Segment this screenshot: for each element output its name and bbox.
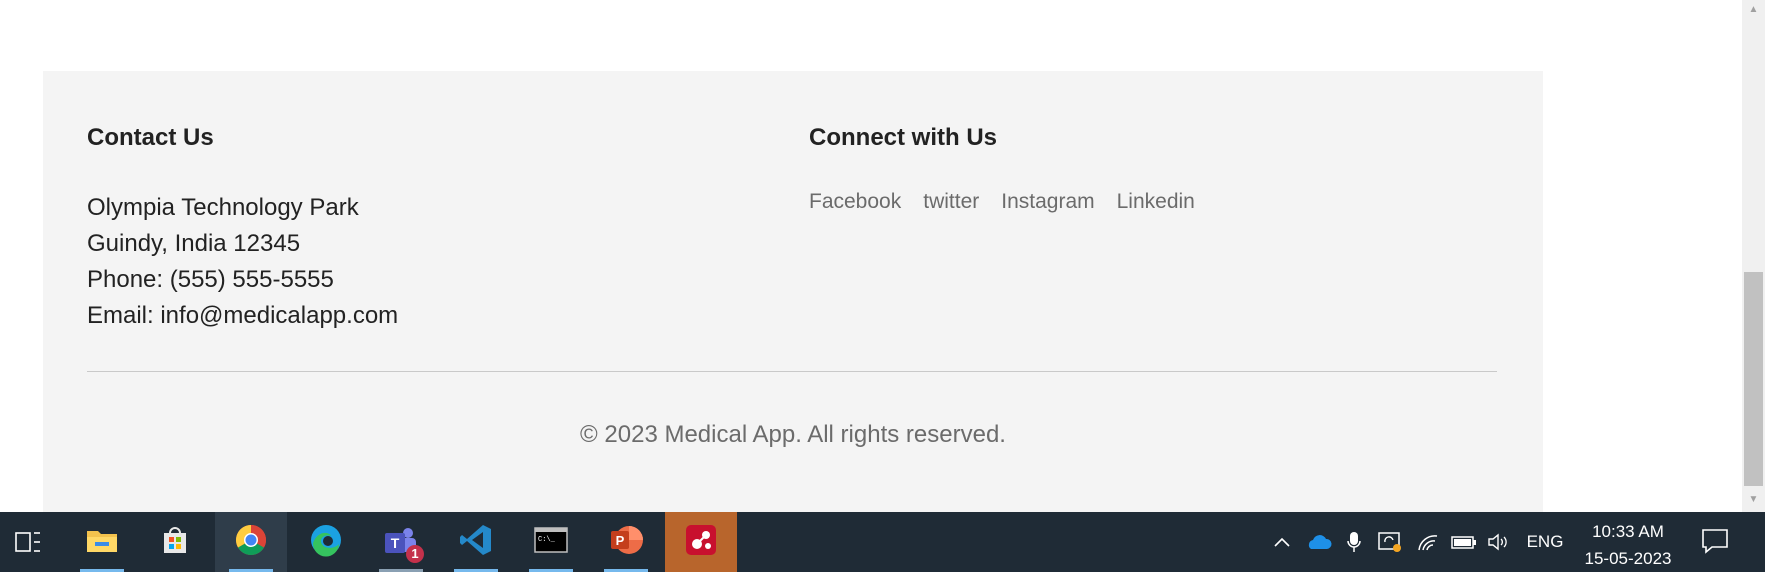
- edge-icon: [309, 523, 343, 562]
- clock-time: 10:33 AM: [1592, 522, 1664, 541]
- language-text: ENG: [1526, 532, 1564, 551]
- address-line-2: Guindy, India 12345: [87, 230, 301, 257]
- input-language-indicator[interactable]: ENG: [1520, 512, 1570, 572]
- battery-icon[interactable]: [1448, 512, 1480, 572]
- connect-with-us-heading: Connect with Us: [809, 124, 998, 151]
- windows-taskbar: T 1 C:\_ P ENG 10:33 AM 15-05-2023: [0, 512, 1765, 572]
- microsoft-store-icon: [159, 524, 191, 561]
- show-hidden-icons-chevron-icon[interactable]: [1268, 512, 1296, 572]
- volume-icon[interactable]: [1484, 512, 1514, 572]
- taskbar-visual-studio-code[interactable]: [440, 512, 512, 572]
- contact-address: Olympia Technology Park Guindy, India 12…: [87, 190, 398, 334]
- svg-text:T: T: [391, 535, 400, 551]
- wifi-icon[interactable]: [1412, 512, 1444, 572]
- onedrive-icon[interactable]: [1302, 512, 1334, 572]
- taskbar-microsoft-teams[interactable]: T 1: [365, 512, 437, 572]
- teams-icon: T 1: [382, 525, 424, 563]
- taskbar-microsoft-edge[interactable]: [290, 512, 362, 572]
- taskbar-microsoft-store[interactable]: [139, 512, 211, 572]
- linkedin-link[interactable]: Linkedin: [1117, 190, 1195, 214]
- scroll-down-arrow-icon[interactable]: ▼: [1742, 490, 1765, 510]
- email-text: Email: info@medicalapp.com: [87, 302, 399, 329]
- clock-date: 15-05-2023: [1584, 549, 1672, 568]
- vertical-scrollbar[interactable]: ▲ ▼: [1742, 0, 1765, 512]
- vscode-icon: [459, 523, 493, 562]
- chrome-icon: [234, 523, 268, 562]
- taskbar-powerpoint[interactable]: P: [590, 512, 662, 572]
- command-prompt-icon: C:\_: [534, 526, 568, 559]
- facebook-link[interactable]: Facebook: [809, 190, 901, 214]
- app-icon: [684, 523, 718, 562]
- svg-text:C:\_: C:\_: [538, 536, 556, 544]
- taskbar-command-prompt[interactable]: C:\_: [515, 512, 587, 572]
- display-sync-icon[interactable]: [1374, 512, 1406, 572]
- teams-notification-badge: 1: [406, 545, 424, 563]
- powerpoint-icon: P: [608, 523, 644, 562]
- copyright-text: © 2023 Medical App. All rights reserved.: [580, 421, 1006, 448]
- site-footer: Contact Us Olympia Technology Park Guind…: [43, 71, 1543, 512]
- microphone-icon[interactable]: [1340, 512, 1368, 572]
- page: Contact Us Olympia Technology Park Guind…: [0, 0, 1742, 512]
- svg-text:P: P: [616, 533, 625, 548]
- taskbar-file-explorer[interactable]: [66, 512, 138, 572]
- scroll-up-arrow-icon[interactable]: ▲: [1742, 0, 1765, 20]
- contact-us-heading: Contact Us: [87, 124, 214, 151]
- taskbar-google-chrome[interactable]: [215, 512, 287, 572]
- phone-text: Phone: (555) 555-5555: [87, 266, 334, 293]
- twitter-link[interactable]: twitter: [923, 190, 979, 214]
- address-line-1: Olympia Technology Park: [87, 194, 359, 221]
- instagram-link[interactable]: Instagram: [1001, 190, 1094, 214]
- system-clock[interactable]: 10:33 AM 15-05-2023: [1573, 518, 1683, 572]
- notification-center-icon[interactable]: [1700, 526, 1732, 558]
- file-explorer-icon: [85, 526, 119, 559]
- footer-divider: [87, 371, 1497, 372]
- task-view-icon[interactable]: [8, 526, 48, 558]
- social-links: Facebook twitter Instagram Linkedin: [809, 190, 1195, 214]
- taskbar-app[interactable]: [665, 512, 737, 572]
- scrollbar-thumb[interactable]: [1744, 272, 1763, 486]
